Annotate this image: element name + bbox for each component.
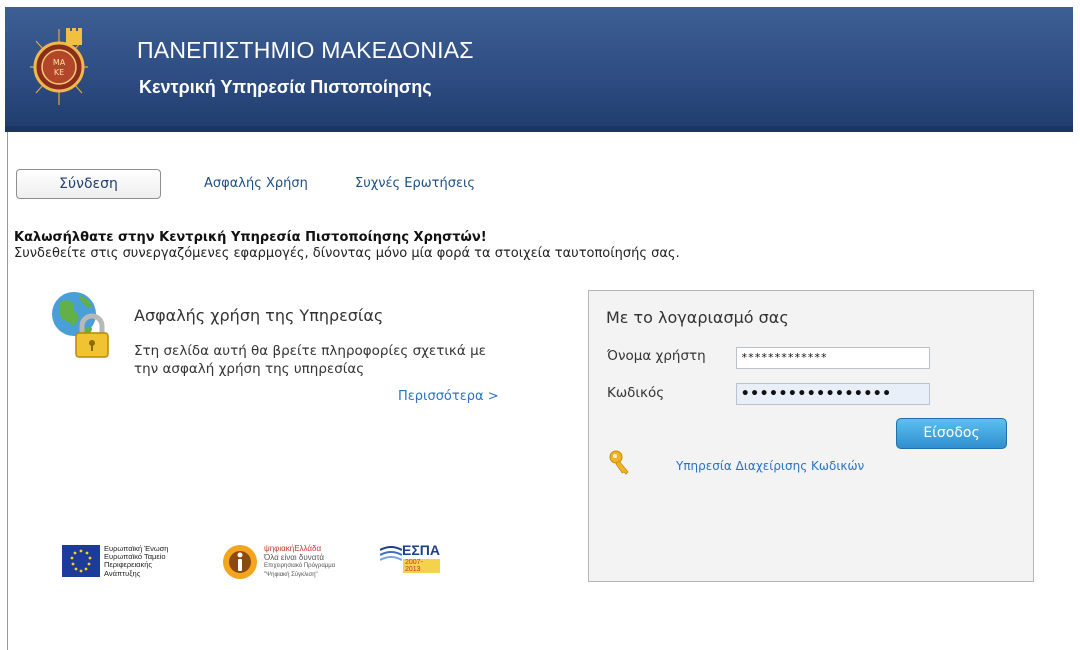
info-description: Στη σελίδα αυτή θα βρείτε πληροφορίες σχ… — [134, 343, 486, 377]
eu-logo: Ευρωπαϊκή Ένωση Ευρωπαϊκό Ταμείο Περιφερ… — [62, 544, 198, 579]
university-seal-icon: ΜΑ ΚΕ — [30, 28, 88, 105]
tab-faq[interactable]: Συχνές Ερωτήσεις — [355, 176, 475, 191]
eu-logo-text: Ευρωπαϊκή Ένωση Ευρωπαϊκό Ταμείο Περιφερ… — [104, 544, 169, 578]
username-field[interactable]: ************* — [736, 347, 930, 369]
digital-greece-icon — [223, 545, 257, 579]
username-label: Όνομα χρήστη — [607, 348, 706, 364]
password-service-link[interactable]: Υπηρεσία Διαχείρισης Κωδικών — [676, 459, 864, 473]
eu-flag-icon — [62, 545, 100, 577]
welcome-text: Συνδεθείτε στις συνεργαζόμενες εφαρμογές… — [14, 246, 680, 261]
login-heading: Με το λογαριασμό σας — [606, 308, 789, 327]
key-icon — [609, 450, 629, 475]
info-heading: Ασφαλής χρήση της Υπηρεσίας — [134, 306, 384, 325]
tab-login[interactable]: Σύνδεση — [16, 169, 161, 199]
password-label: Κωδικός — [607, 385, 665, 401]
header-divider — [5, 126, 1073, 132]
tab-safe-use[interactable]: Ασφαλής Χρήση — [204, 176, 308, 191]
svg-text:ΚΕ: ΚΕ — [54, 68, 64, 77]
espa-logo: ΕΣΠΑ 2007-2013 — [380, 542, 440, 582]
service-subtitle: Κεντρική Υπηρεσία Πιστοποίησης — [139, 77, 432, 97]
digital-greece-text: ψηφιακήΕλλάδα Όλα είναι δυνατά Επιχειρησ… — [264, 544, 336, 578]
header-banner: ΜΑ ΚΕ ΠΑΝΕΠΙΣΤΗΜΙΟ ΜΑΚΕΔΟΝΙΑΣ Κεντρική Υ… — [5, 7, 1073, 132]
espa-wave-icon — [380, 546, 402, 561]
password-field[interactable]: •••••••••••••••• — [736, 383, 930, 405]
espa-title: ΕΣΠΑ — [402, 542, 440, 558]
svg-text:ΜΑ: ΜΑ — [53, 58, 66, 67]
digital-greece-logo: ψηφιακήΕλλάδα Όλα είναι δυνατά Επιχειρησ… — [222, 542, 352, 582]
login-submit-button[interactable]: Είσοδος — [896, 418, 1007, 449]
espa-years: 2007-2013 — [403, 559, 440, 573]
more-link[interactable]: Περισσότερα > — [398, 389, 499, 404]
globe-lock-icon — [52, 292, 109, 358]
university-title: ΠΑΝΕΠΙΣΤΗΜΙΟ ΜΑΚΕΔΟΝΙΑΣ — [137, 37, 474, 63]
welcome-heading: Καλωσήλθατε στην Κεντρική Υπηρεσία Πιστο… — [14, 230, 487, 245]
page-left-border — [7, 132, 8, 650]
